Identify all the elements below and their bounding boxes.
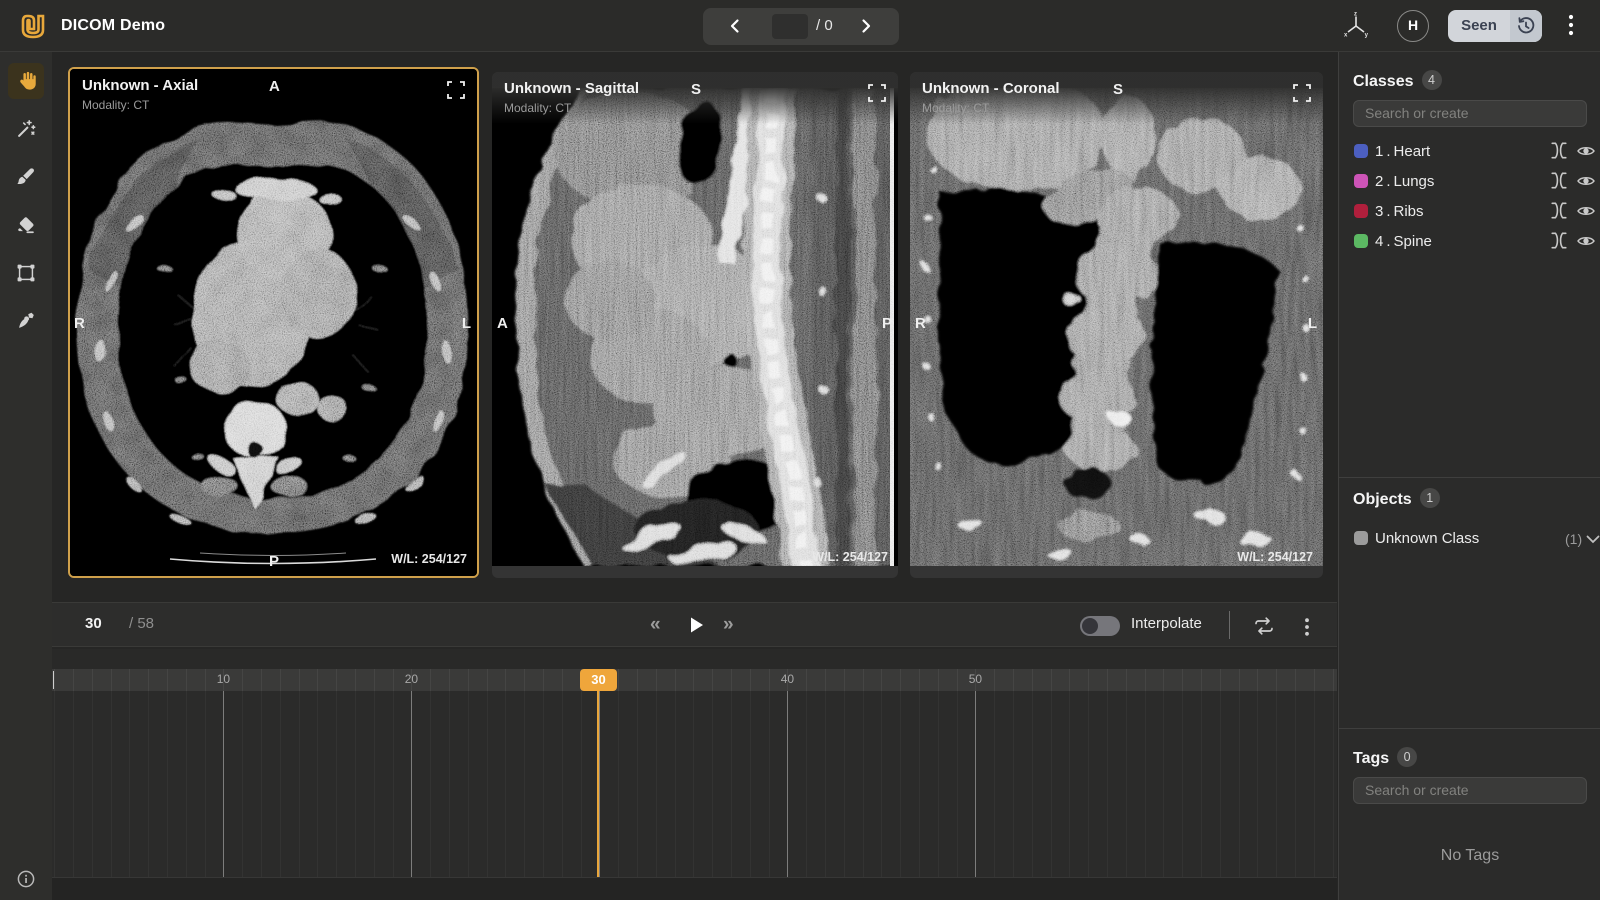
svg-text:y: y [1365, 32, 1369, 38]
svg-text:x: x [1344, 32, 1348, 38]
svg-text:z: z [1354, 12, 1357, 18]
